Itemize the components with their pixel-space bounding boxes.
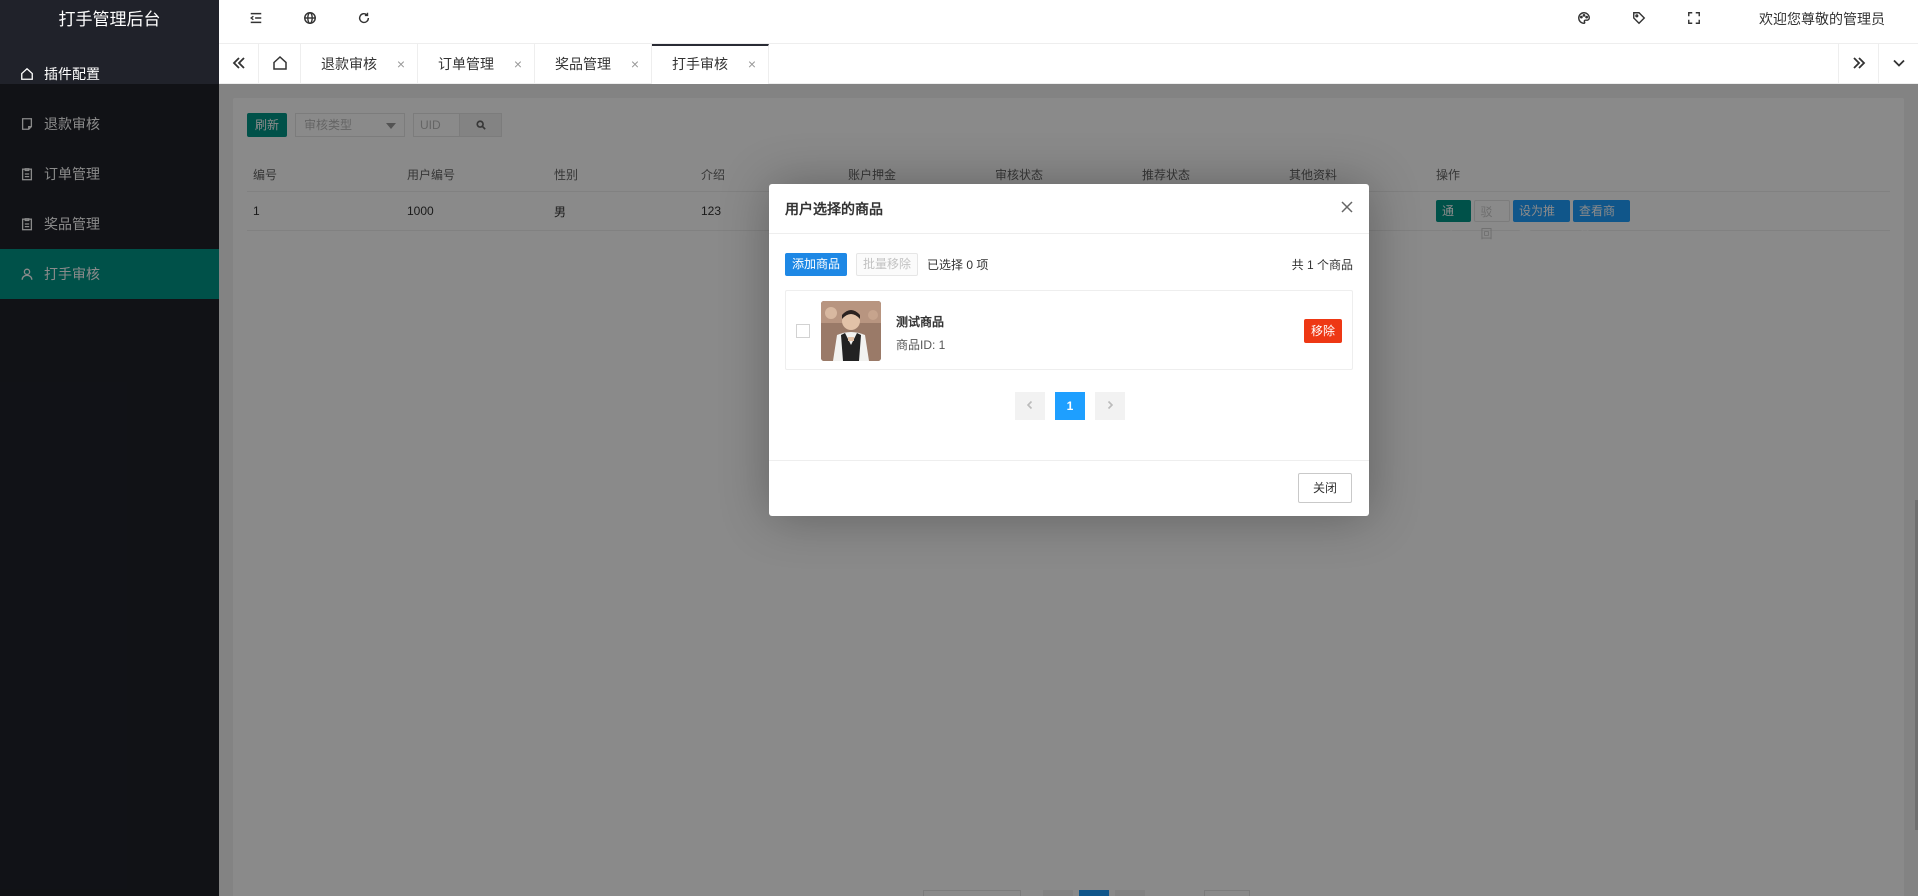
refresh-button[interactable] (339, 0, 389, 38)
tab-order-management[interactable]: 订单管理 × (418, 44, 535, 84)
product-id: 商品ID: 1 (896, 338, 946, 352)
tag-icon (1632, 11, 1646, 28)
sidebar-item-label: 插件配置 (44, 66, 100, 82)
close-button[interactable]: 关闭 (1297, 473, 1352, 503)
modal-title: 用户选择的商品 (769, 184, 1369, 234)
top-header: 欢迎您尊敬的管理员 (219, 0, 1918, 43)
current-page-button[interactable]: 1 (1055, 392, 1085, 420)
tab-label: 打手审核 (672, 56, 728, 72)
home-icon (20, 67, 34, 81)
theme-button[interactable] (1559, 0, 1609, 38)
selected-products-modal: 用户选择的商品 添加商品 批量移除 已选择 0 项 共 1 个商品 测试商品 商… (769, 184, 1369, 516)
tab-label: 奖品管理 (555, 56, 611, 72)
modal-pager: 1 (1015, 392, 1125, 420)
product-checkbox[interactable] (796, 324, 810, 338)
close-icon[interactable]: × (397, 44, 405, 84)
tabs-menu-button[interactable] (1878, 44, 1918, 84)
product-thumbnail (821, 301, 881, 361)
chevron-right-icon (1105, 399, 1115, 413)
modal-toolbar: 添加商品 批量移除 已选择 0 项 共 1 个商品 (785, 252, 1353, 276)
tabs-scroll-right-button[interactable] (1838, 44, 1878, 84)
chevron-down-icon (1891, 55, 1907, 74)
selected-count: 已选择 0 项 (927, 257, 989, 272)
tag-button[interactable] (1614, 0, 1664, 38)
chevron-left-icon (1025, 399, 1035, 413)
close-icon (1339, 201, 1355, 218)
prev-page-button[interactable] (1015, 392, 1045, 420)
app-title: 打手管理后台 (58, 10, 161, 29)
refresh-icon (357, 11, 371, 28)
tab-label: 退款审核 (321, 56, 377, 72)
tabs-list: 退款审核 × 订单管理 × 奖品管理 × 打手审核 × (301, 44, 769, 84)
tab-player-review[interactable]: 打手审核 × (652, 44, 769, 84)
next-page-button[interactable] (1095, 392, 1125, 420)
globe-icon (303, 11, 317, 28)
theme-icon (1577, 11, 1591, 28)
modal-close-button[interactable] (1339, 199, 1359, 219)
tab-home[interactable] (259, 44, 301, 84)
product-item: 测试商品 商品ID: 1 移除 (785, 290, 1353, 370)
batch-remove-button[interactable]: 批量移除 (856, 252, 919, 276)
language-button[interactable] (285, 0, 335, 38)
home-icon (272, 55, 288, 74)
close-icon[interactable]: × (514, 44, 522, 84)
menu-toggle-button[interactable] (231, 0, 281, 38)
product-name: 测试商品 (896, 315, 945, 329)
tab-refund-review[interactable]: 退款审核 × (301, 44, 418, 84)
menu-toggle-icon (249, 11, 263, 28)
close-icon[interactable]: × (631, 44, 639, 84)
fullscreen-icon (1687, 11, 1701, 28)
double-chevron-right-icon (1851, 55, 1867, 74)
modal-footer: 关闭 (769, 460, 1369, 516)
fullscreen-button[interactable] (1669, 0, 1719, 38)
welcome-text: 欢迎您尊敬的管理员 (1759, 11, 1885, 27)
total-count: 共 1 个商品 (1291, 257, 1353, 272)
close-icon[interactable]: × (748, 46, 756, 82)
tab-prize-management[interactable]: 奖品管理 × (535, 44, 652, 84)
tabs-scroll-left-button[interactable] (219, 44, 259, 84)
tab-label: 订单管理 (438, 56, 494, 72)
tabs-bar: 退款审核 × 订单管理 × 奖品管理 × 打手审核 × (219, 43, 1918, 84)
add-product-button[interactable]: 添加商品 (785, 252, 848, 276)
double-chevron-left-icon (231, 55, 247, 74)
remove-product-button[interactable]: 移除 (1303, 319, 1342, 343)
